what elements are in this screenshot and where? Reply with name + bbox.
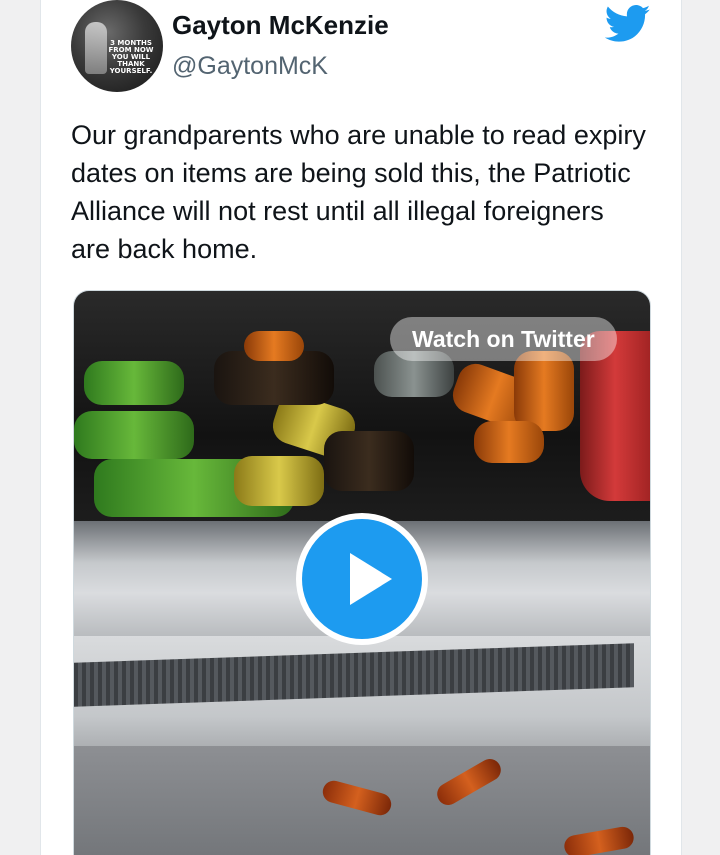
video-frame-bottle bbox=[234, 456, 324, 506]
video-frame-bottle bbox=[74, 411, 194, 459]
avatar[interactable]: 3 MONTHS FROM NOW YOU WILL THANK YOURSEL… bbox=[71, 0, 163, 92]
avatar-figure bbox=[85, 22, 107, 74]
video-frame-bottle bbox=[474, 421, 544, 463]
video-media[interactable]: Watch on Twitter bbox=[73, 290, 651, 855]
author-name[interactable]: Gayton McKenzie bbox=[172, 10, 389, 41]
avatar-text: 3 MONTHS FROM NOW YOU WILL THANK YOURSEL… bbox=[108, 39, 154, 75]
video-frame-bottle bbox=[84, 361, 184, 405]
tweet-card: 3 MONTHS FROM NOW YOU WILL THANK YOURSEL… bbox=[40, 0, 682, 855]
tweet-text: Our grandparents who are unable to read … bbox=[71, 120, 646, 264]
author-handle[interactable]: @GaytonMcK bbox=[172, 52, 328, 81]
video-frame-bottle bbox=[324, 431, 414, 491]
play-button[interactable] bbox=[296, 513, 428, 645]
video-frame-bottle bbox=[514, 351, 574, 431]
play-icon bbox=[302, 519, 422, 639]
twitter-bird-icon[interactable] bbox=[605, 4, 651, 44]
watch-on-twitter-button[interactable]: Watch on Twitter bbox=[390, 317, 617, 361]
video-frame-bottle bbox=[244, 331, 304, 361]
